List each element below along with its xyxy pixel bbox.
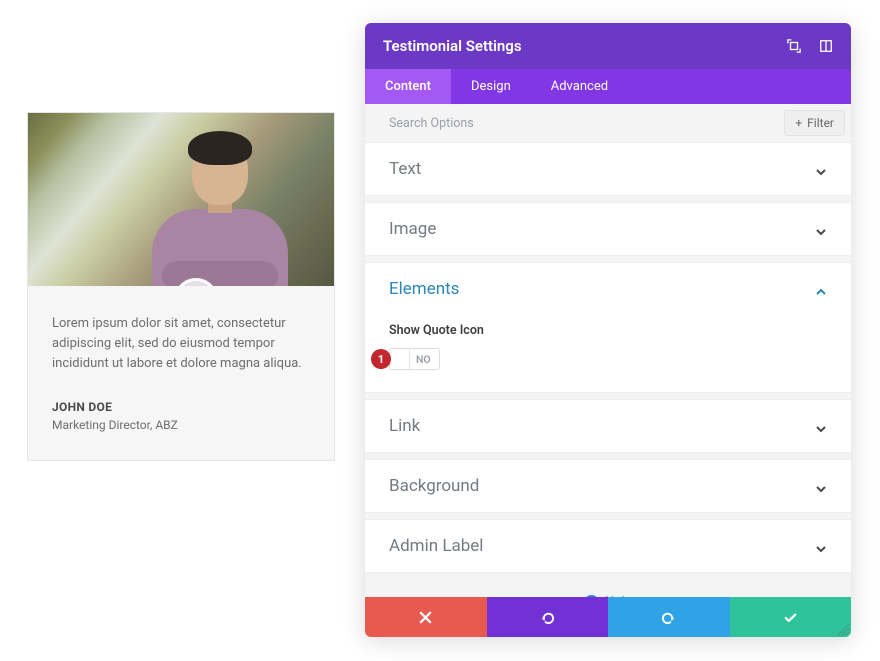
show-quote-icon-toggle[interactable]: NO xyxy=(389,348,440,370)
settings-panel: Testimonial Settings Content Design Adva… xyxy=(365,23,851,637)
search-row: Search Options + Filter xyxy=(365,104,851,142)
section-link[interactable]: Link xyxy=(365,399,851,453)
section-text[interactable]: Text xyxy=(365,142,851,196)
plus-icon: + xyxy=(795,116,802,130)
expand-icon[interactable] xyxy=(787,39,801,53)
section-title-admin-label: Admin Label xyxy=(389,536,483,556)
resize-handle-icon[interactable] xyxy=(836,622,850,636)
testimonial-image xyxy=(28,113,334,286)
callout-badge: 1 xyxy=(371,349,391,369)
filter-button[interactable]: + Filter xyxy=(784,110,845,136)
section-elements[interactable]: Elements Show Quote Icon 1 NO xyxy=(365,262,851,393)
panel-header: Testimonial Settings xyxy=(365,23,851,69)
section-background[interactable]: Background xyxy=(365,459,851,513)
cancel-button[interactable] xyxy=(365,597,487,637)
section-title-image: Image xyxy=(389,219,436,239)
panel-title: Testimonial Settings xyxy=(383,37,522,55)
section-title-elements: Elements xyxy=(389,279,459,299)
section-title-text: Text xyxy=(389,159,421,179)
filter-label: Filter xyxy=(807,116,834,130)
panel-action-bar xyxy=(365,597,851,637)
chevron-down-icon xyxy=(815,420,827,432)
testimonial-author-name: JOHN DOE xyxy=(52,400,310,414)
section-body-elements: Show Quote Icon 1 NO xyxy=(365,323,851,392)
option-label-show-quote-icon: Show Quote Icon xyxy=(389,323,827,338)
redo-button[interactable] xyxy=(608,597,730,637)
undo-button[interactable] xyxy=(487,597,609,637)
search-input[interactable]: Search Options xyxy=(389,116,474,131)
chevron-down-icon xyxy=(815,223,827,235)
tab-content[interactable]: Content xyxy=(365,69,451,104)
help-row[interactable]: ? Help xyxy=(365,579,851,597)
testimonial-text: Lorem ipsum dolor sit amet, consectetur … xyxy=(52,314,310,374)
testimonial-body: Lorem ipsum dolor sit amet, consectetur … xyxy=(28,286,334,460)
chevron-down-icon xyxy=(815,540,827,552)
tab-design[interactable]: Design xyxy=(451,69,531,104)
toggle-knob xyxy=(390,349,410,369)
person-illustration xyxy=(152,131,272,286)
testimonial-card: Lorem ipsum dolor sit amet, consectetur … xyxy=(27,112,335,461)
section-title-link: Link xyxy=(389,416,420,436)
section-title-background: Background xyxy=(389,476,479,496)
tab-advanced[interactable]: Advanced xyxy=(531,69,628,104)
chevron-down-icon xyxy=(815,163,827,175)
panel-tabs: Content Design Advanced xyxy=(365,69,851,104)
toggle-value: NO xyxy=(410,353,439,366)
chevron-up-icon xyxy=(815,283,827,295)
save-button[interactable] xyxy=(730,597,852,637)
sections-scroll[interactable]: Text Image Elements Show Quote Icon 1 xyxy=(365,142,851,597)
chevron-down-icon xyxy=(815,480,827,492)
testimonial-author-role: Marketing Director, ABZ xyxy=(52,418,310,432)
section-admin-label[interactable]: Admin Label xyxy=(365,519,851,573)
section-image[interactable]: Image xyxy=(365,202,851,256)
snap-icon[interactable] xyxy=(819,39,833,53)
